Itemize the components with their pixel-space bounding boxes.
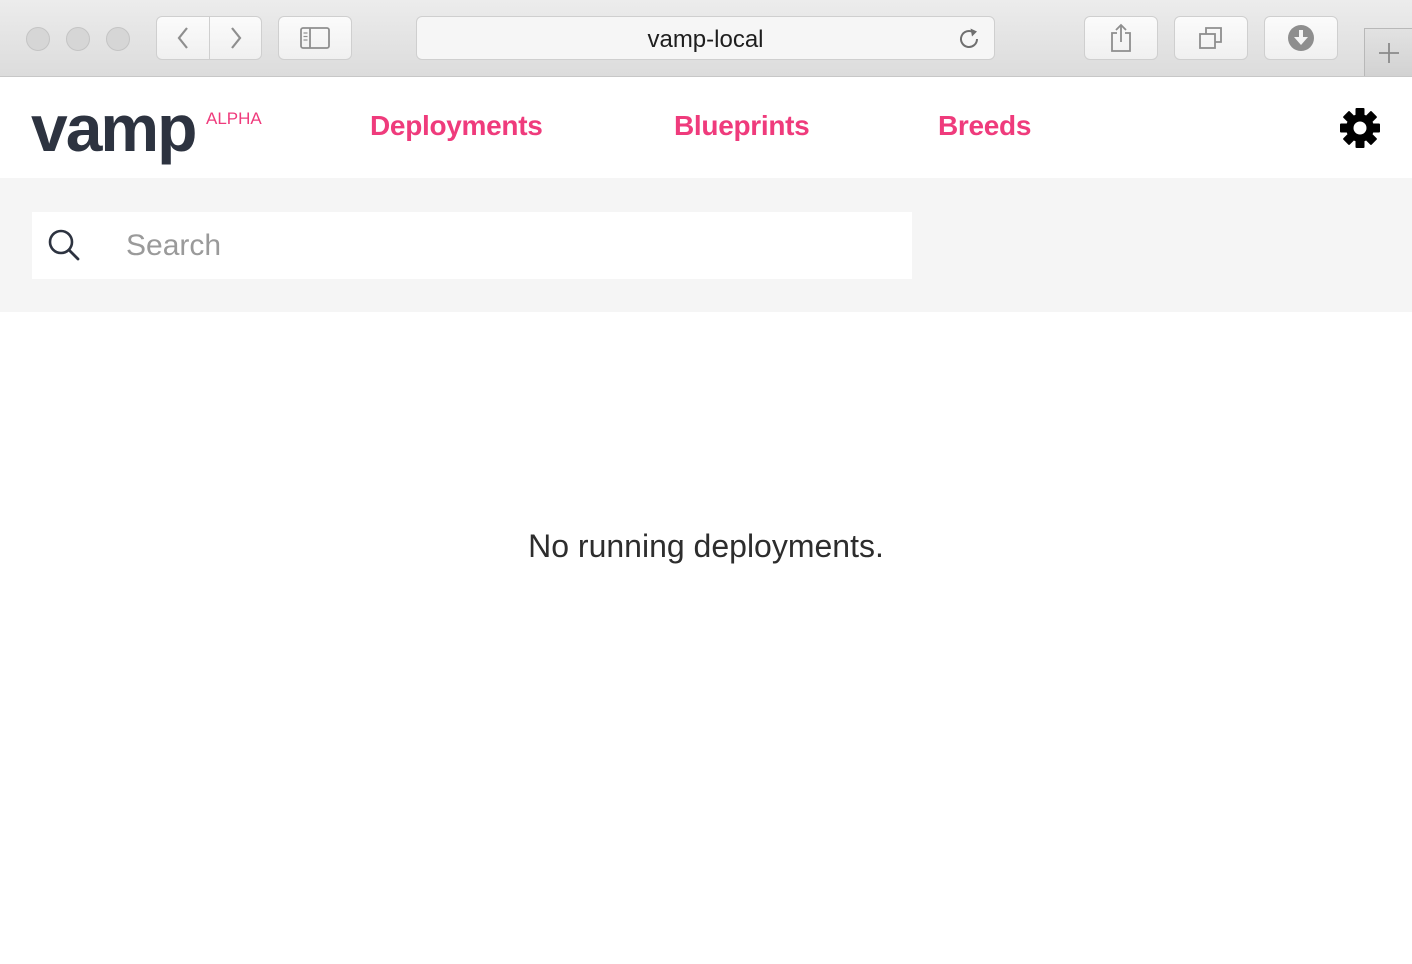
reload-icon[interactable] xyxy=(956,26,982,52)
sidebar-toggle-button[interactable] xyxy=(278,16,352,60)
downloads-button[interactable] xyxy=(1264,16,1338,60)
search-input[interactable] xyxy=(126,212,896,279)
tabs-icon xyxy=(1199,27,1222,49)
search-icon xyxy=(48,229,80,261)
new-tab-button[interactable] xyxy=(1364,28,1412,76)
plus-icon xyxy=(1378,42,1399,63)
minimize-window-button[interactable] xyxy=(66,27,90,51)
search-bar-area xyxy=(0,178,1412,312)
nav-breeds[interactable]: Breeds xyxy=(938,110,1031,142)
close-window-button[interactable] xyxy=(26,27,50,51)
nav-deployments[interactable]: Deployments xyxy=(370,110,543,142)
empty-state-message: No running deployments. xyxy=(528,528,884,564)
chevron-left-icon xyxy=(177,27,188,49)
url-text: vamp-local xyxy=(647,26,764,53)
sidebar-icon xyxy=(300,27,330,49)
search-box[interactable] xyxy=(32,212,912,279)
browser-toolbar: vamp-local xyxy=(0,0,1412,77)
forward-button[interactable] xyxy=(209,16,262,60)
gear-icon[interactable] xyxy=(1339,107,1381,149)
alpha-badge: ALPHA xyxy=(206,109,262,128)
zoom-window-button[interactable] xyxy=(106,27,130,51)
back-button[interactable] xyxy=(156,16,210,60)
vamp-logo[interactable]: vamp xyxy=(31,95,197,161)
download-icon xyxy=(1288,25,1314,51)
share-icon xyxy=(1111,23,1131,52)
app-header: vamp ALPHA Deployments Blueprints Breeds xyxy=(0,77,1412,178)
tabs-overview-button[interactable] xyxy=(1174,16,1248,60)
share-button[interactable] xyxy=(1084,16,1158,60)
address-bar[interactable]: vamp-local xyxy=(416,16,995,60)
chevron-right-icon xyxy=(230,27,241,49)
nav-blueprints[interactable]: Blueprints xyxy=(674,110,810,142)
